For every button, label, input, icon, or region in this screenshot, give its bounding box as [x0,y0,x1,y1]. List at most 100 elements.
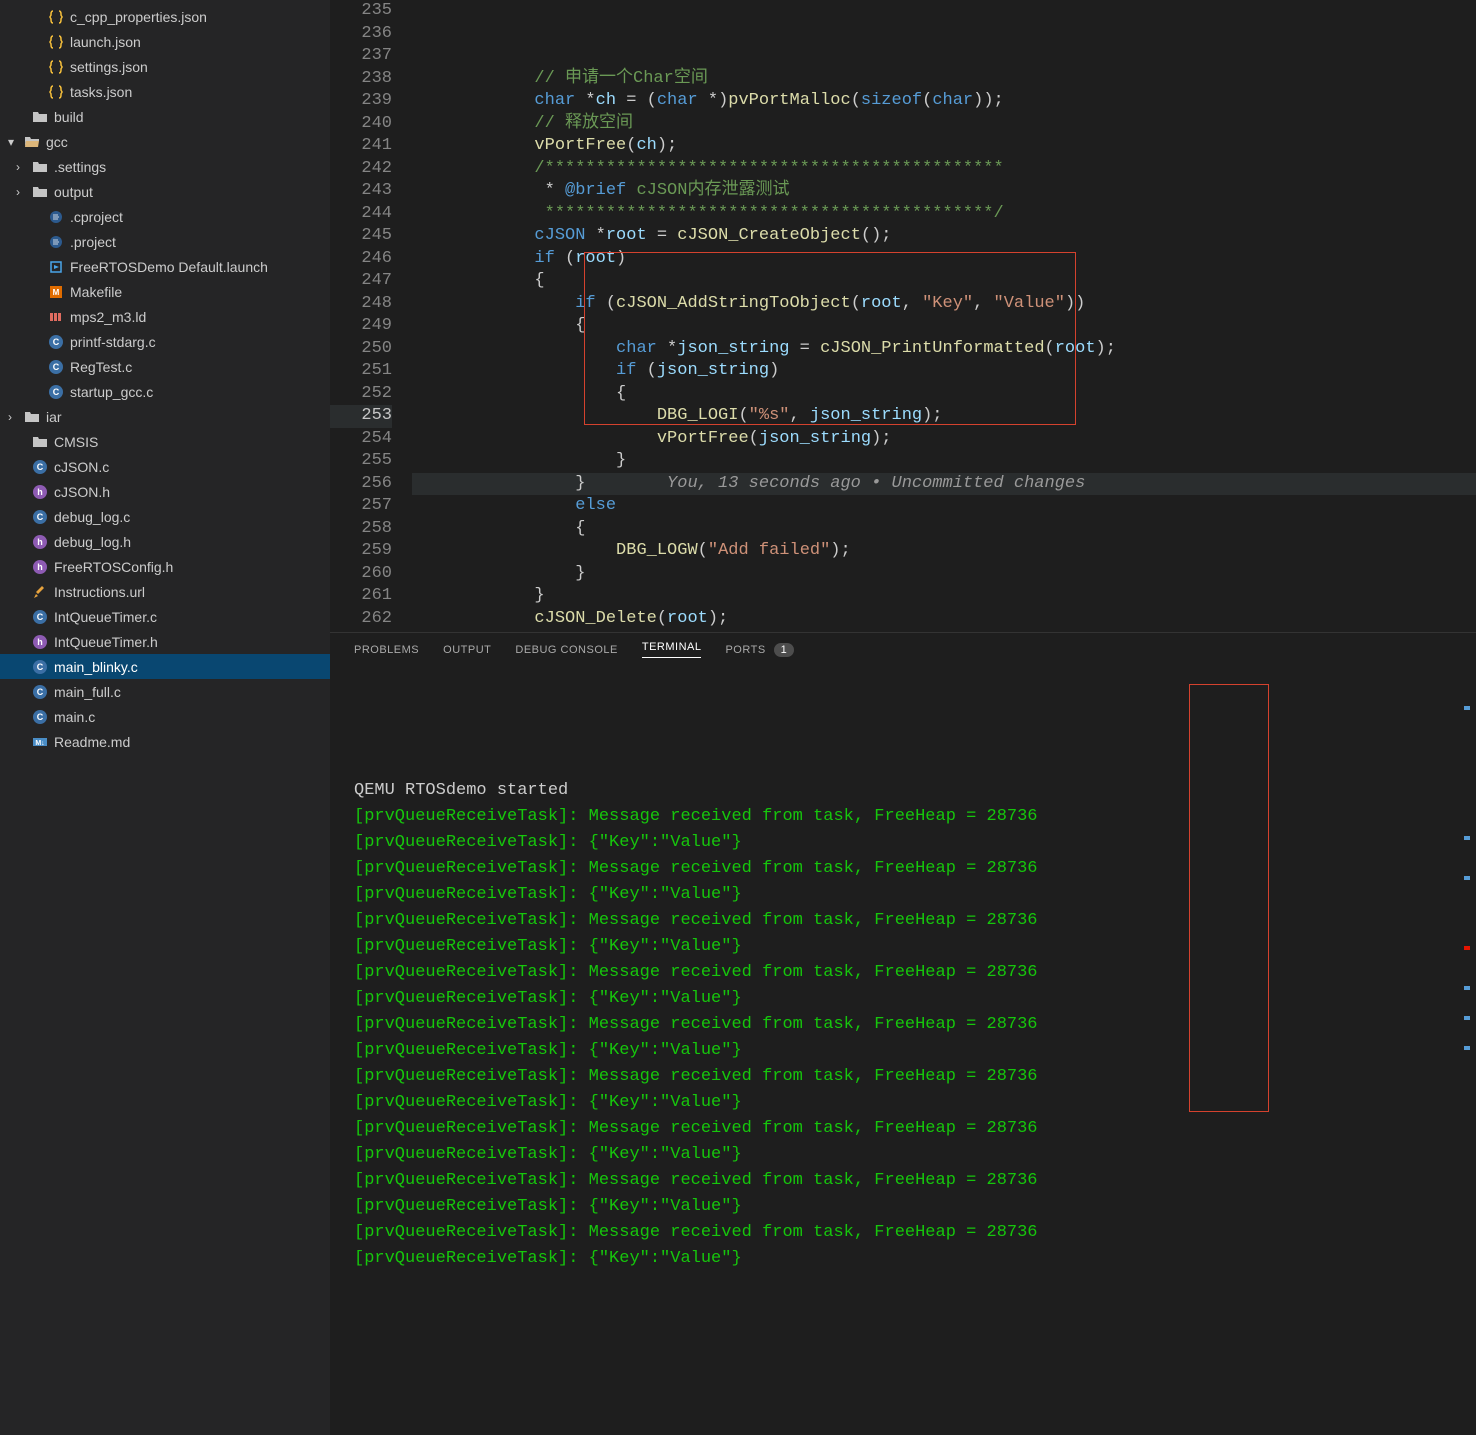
file-item[interactable]: c_cpp_properties.json [0,4,330,29]
code-line[interactable]: } You, 13 seconds ago • Uncommitted chan… [412,473,1476,496]
folder-item[interactable]: build [0,104,330,129]
file-item[interactable]: C RegTest.c [0,354,330,379]
file-item[interactable]: hFreeRTOSConfig.h [0,554,330,579]
line-number: 253 [330,405,392,428]
terminal-line: [prvQueueReceiveTask]: Message received … [354,1168,1452,1194]
tree-item-label: IntQueueTimer.h [54,634,330,650]
folder-icon [24,409,40,425]
line-number: 257 [330,495,392,518]
tree-item-label: cJSON.h [54,484,330,500]
file-item[interactable]: settings.json [0,54,330,79]
file-item[interactable]: Cmain.c [0,704,330,729]
code-line[interactable]: { [412,518,1476,541]
code-line[interactable]: ****************************************… [412,203,1476,226]
code-line[interactable]: else [412,495,1476,518]
file-item[interactable]: M↓Readme.md [0,729,330,754]
code-line[interactable]: if (cJSON_AddStringToObject(root, "Key",… [412,293,1476,316]
svg-text:C: C [37,687,44,697]
code-line[interactable]: { [412,270,1476,293]
line-number: 260 [330,563,392,586]
line-number: 237 [330,45,392,68]
c-icon: C [48,359,64,375]
tab-problems[interactable]: PROBLEMS [354,644,419,656]
code-line[interactable]: /***************************************… [412,158,1476,181]
code-line[interactable]: } [412,630,1476,632]
code-line[interactable]: if (root) [412,248,1476,271]
code-line[interactable]: * @brief cJSON内存泄露测试 [412,180,1476,203]
file-item[interactable]: .project [0,229,330,254]
code-line[interactable]: char *json_string = cJSON_PrintUnformatt… [412,338,1476,361]
folder-item[interactable]: ›output [0,179,330,204]
tree-item-label: build [54,109,330,125]
file-item[interactable]: Instructions.url [0,579,330,604]
file-item[interactable]: CIntQueueTimer.c [0,604,330,629]
folder-item[interactable]: ›.settings [0,154,330,179]
code-line[interactable]: char *ch = (char *)pvPortMalloc(sizeof(c… [412,90,1476,113]
tree-item-label: startup_gcc.c [70,384,330,400]
code-line[interactable]: cJSON *root = cJSON_CreateObject(); [412,225,1476,248]
tree-item-label: IntQueueTimer.c [54,609,330,625]
code-line[interactable]: { [412,315,1476,338]
terminal-line: [prvQueueReceiveTask]: Message received … [354,1064,1452,1090]
folder-icon [32,159,48,175]
file-item[interactable]: h cJSON.h [0,479,330,504]
file-item[interactable]: Cmain_full.c [0,679,330,704]
code-line[interactable]: // 申请一个Char空间 [412,68,1476,91]
svg-text:M: M [53,288,60,297]
file-item[interactable]: .cproject [0,204,330,229]
line-number: 259 [330,540,392,563]
file-item[interactable]: Cprintf-stdarg.c [0,329,330,354]
tree-item-label: RegTest.c [70,359,330,375]
folder-item[interactable]: ›iar [0,404,330,429]
file-item[interactable]: Cdebug_log.c [0,504,330,529]
file-item[interactable]: mps2_m3.ld [0,304,330,329]
code-line[interactable]: vPortFree(ch); [412,135,1476,158]
terminal-line: [prvQueueReceiveTask]: Message received … [354,1012,1452,1038]
code-line[interactable]: // 释放空间 [412,113,1476,136]
file-item[interactable]: h IntQueueTimer.h [0,629,330,654]
tree-item-label: launch.json [70,34,330,50]
tab-ports[interactable]: PORTS 1 [725,643,794,657]
code-line[interactable]: } [412,563,1476,586]
h-icon: h [32,484,48,500]
svg-text:C: C [53,337,60,347]
code-line[interactable]: } [412,450,1476,473]
file-item[interactable]: hdebug_log.h [0,529,330,554]
code-line[interactable]: if (json_string) [412,360,1476,383]
line-number: 246 [330,248,392,271]
file-item[interactable]: Cstartup_gcc.c [0,379,330,404]
h-icon: h [32,634,48,650]
c-icon: C [48,334,64,350]
h-icon: h [32,559,48,575]
svg-text:M↓: M↓ [35,740,44,747]
code-line[interactable]: vPortFree(json_string); [412,428,1476,451]
ports-count-badge: 1 [774,643,795,657]
code-content[interactable]: // 申请一个Char空间 char *ch = (char *)pvPortM… [412,0,1476,632]
folder-item[interactable]: CMSIS [0,429,330,454]
file-item[interactable]: FreeRTOSDemo Default.launch [0,254,330,279]
json-icon [48,84,64,100]
file-explorer-sidebar[interactable]: c_cpp_properties.json launch.json settings… [0,0,330,1435]
code-line[interactable]: cJSON_Delete(root); [412,608,1476,631]
tab-output[interactable]: OUTPUT [443,644,491,656]
file-item[interactable]: MMakefile [0,279,330,304]
tab-terminal[interactable]: TERMINAL [642,641,702,658]
code-line[interactable]: DBG_LOGW("Add failed"); [412,540,1476,563]
file-item[interactable]: tasks.json [0,79,330,104]
terminal-line: [prvQueueReceiveTask]: {"Key":"Value"} [354,1038,1452,1064]
terminal-line: [prvQueueReceiveTask]: Message received … [354,960,1452,986]
code-editor[interactable]: 2352362372382392402412422432442452462472… [330,0,1476,632]
terminal-line: [prvQueueReceiveTask]: {"Key":"Value"} [354,1194,1452,1220]
code-line[interactable]: DBG_LOGI("%s", json_string); [412,405,1476,428]
file-item[interactable]: CcJSON.c [0,454,330,479]
tab-debug-console[interactable]: DEBUG CONSOLE [515,644,617,656]
file-item[interactable]: launch.json [0,29,330,54]
folder-item[interactable]: ▾gcc [0,129,330,154]
svg-text:C: C [37,512,44,522]
code-line[interactable]: { [412,383,1476,406]
svg-text:C: C [37,662,44,672]
terminal-scrollbar-overview[interactable] [1460,666,1474,1435]
terminal-output[interactable]: QEMU RTOSdemo started[prvQueueReceiveTas… [330,666,1476,1435]
file-item[interactable]: Cmain_blinky.c [0,654,330,679]
code-line[interactable]: } [412,585,1476,608]
